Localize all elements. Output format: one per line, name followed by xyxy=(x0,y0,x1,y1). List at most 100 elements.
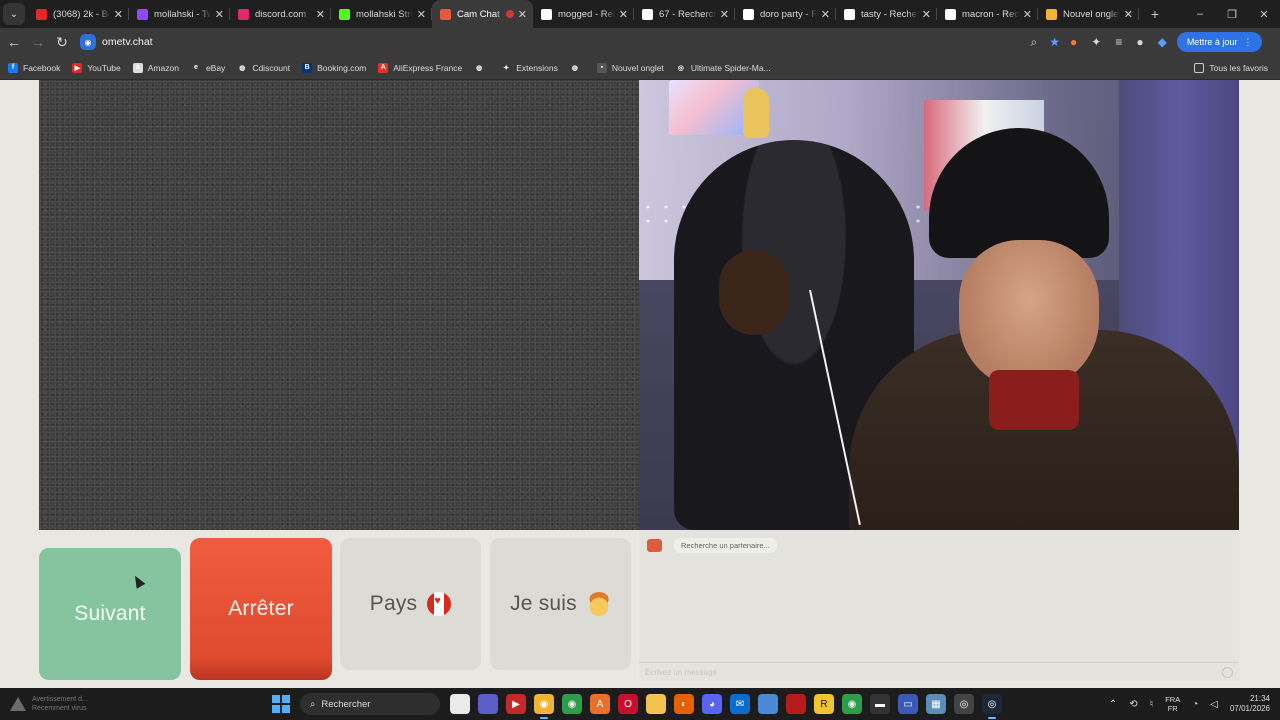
chevron-up-icon[interactable]: ⌃ xyxy=(1109,699,1117,710)
tab-close-icon[interactable]: ✕ xyxy=(417,8,426,21)
close-window-button[interactable]: ✕ xyxy=(1248,8,1280,21)
windows-start-icon[interactable] xyxy=(272,695,290,713)
tab-close-icon[interactable]: ✕ xyxy=(1124,8,1133,21)
zoom-search-icon[interactable]: ⌕ xyxy=(1031,35,1038,50)
taskbar-search-label: Rechercher xyxy=(321,698,371,710)
back-arrow-icon[interactable]: ← xyxy=(2,34,26,50)
tab-close-icon[interactable]: ✕ xyxy=(114,8,123,21)
bookmark-11[interactable]: ◎ Ultimate Spider-Ma... xyxy=(675,62,771,73)
stop-button[interactable]: Arrêter xyxy=(190,538,332,680)
tab-4[interactable]: Cam Chat ✕ xyxy=(432,0,533,28)
winrar-icon[interactable] xyxy=(786,694,806,714)
tab-0[interactable]: (3068) 2k - Bo ✕ xyxy=(28,0,129,28)
bookmark-7[interactable]: ◍ xyxy=(474,62,489,73)
video-figurine xyxy=(743,88,769,138)
message-input-placeholder[interactable]: Écrivez un message xyxy=(645,668,1222,677)
tab-close-icon[interactable]: ✕ xyxy=(316,8,325,21)
tab-9[interactable]: macron - Rech ✕ xyxy=(937,0,1038,28)
taskbar-search[interactable]: ⌕ Rechercher xyxy=(300,693,440,715)
address-bar[interactable]: ◉ ometv.chat ⌕ ★ xyxy=(80,32,1060,52)
chrome-icon[interactable]: ◉ xyxy=(562,694,582,714)
puzzle-extensions-icon[interactable]: ✦ xyxy=(1091,35,1101,49)
bookmark-2[interactable]: a Amazon xyxy=(132,62,179,73)
status-bubble: Recherche un partenaire... xyxy=(674,538,777,553)
tab-close-icon[interactable]: ✕ xyxy=(922,8,931,21)
media-player-icon[interactable]: ▶ xyxy=(506,694,526,714)
teams-icon[interactable] xyxy=(478,694,498,714)
shield-check-icon[interactable]: ◆ xyxy=(1158,35,1167,49)
chat-controls: Suivant Arrêter Pays Je suis xyxy=(39,538,639,681)
update-button[interactable]: Mettre à jour ⋮ xyxy=(1176,32,1263,52)
emoji-smile-icon[interactable] xyxy=(1222,666,1233,678)
tab-close-icon[interactable]: ✕ xyxy=(215,8,224,21)
forward-arrow-icon[interactable]: → xyxy=(26,34,50,50)
tab-2[interactable]: discord.com ✕ xyxy=(230,0,331,28)
tab-3[interactable]: mollahski Strea ✕ xyxy=(331,0,432,28)
tab-6[interactable]: 67 - Recherche ✕ xyxy=(634,0,735,28)
sync-icon[interactable]: ⟲ xyxy=(1129,699,1137,710)
bookmark-5[interactable]: B Booking.com xyxy=(302,62,366,73)
url-text[interactable]: ometv.chat xyxy=(102,36,153,48)
tab-close-icon[interactable]: ✕ xyxy=(1023,8,1032,21)
file-explorer-icon[interactable] xyxy=(646,694,666,714)
profile-icon[interactable]: ● xyxy=(1136,35,1143,49)
all-bookmarks-folder[interactable]: Tous les favoris xyxy=(1194,62,1268,73)
country-filter-button[interactable]: Pays xyxy=(340,538,481,670)
next-button[interactable]: Suivant xyxy=(39,548,181,680)
site-info-icon[interactable]: ◉ xyxy=(80,34,96,50)
update-button-label: Mettre à jour xyxy=(1186,37,1238,47)
tab-7[interactable]: doro party - Re ✕ xyxy=(735,0,836,28)
bookmark-3[interactable]: e eBay xyxy=(190,62,225,73)
reload-icon[interactable]: ↻ xyxy=(50,34,74,51)
microphone-icon[interactable]: ♮ xyxy=(1150,699,1154,710)
monitor-icon[interactable]: ▭ xyxy=(898,694,918,714)
extension-icon[interactable]: ● xyxy=(1070,35,1077,49)
tab-8[interactable]: tasty - Recherc ✕ xyxy=(836,0,937,28)
task-view-icon[interactable] xyxy=(450,694,470,714)
tab-10[interactable]: Nouvel onglet ✕ xyxy=(1038,0,1139,28)
image-viewer-icon[interactable]: ▦ xyxy=(926,694,946,714)
steam-icon[interactable]: ◎ xyxy=(982,694,1002,719)
bookmark-8[interactable]: ✦ Extensions xyxy=(501,62,558,73)
mail-icon[interactable]: ✉ xyxy=(730,694,750,714)
language-indicator[interactable]: FRA FR xyxy=(1165,695,1180,713)
tab-close-icon[interactable]: ✕ xyxy=(821,8,830,21)
tab-5[interactable]: mogged - Rech ✕ xyxy=(533,0,634,28)
volume-icon[interactable]: ◁ xyxy=(1210,699,1218,710)
chrome-icon-2[interactable]: ◉ xyxy=(842,694,862,714)
app-a-icon[interactable]: A xyxy=(590,694,610,714)
clock[interactable]: 21:34 07/01/2026 xyxy=(1230,694,1270,714)
tab-1[interactable]: mollahski - Tw ✕ xyxy=(129,0,230,28)
taskbar-notification[interactable]: Avertissement d... Recemment virus xyxy=(10,695,250,713)
new-tab-button[interactable]: + xyxy=(1143,6,1167,22)
opera-icon[interactable]: O xyxy=(618,694,638,714)
maximize-button[interactable]: ❐ xyxy=(1216,8,1248,21)
network-icon[interactable] xyxy=(758,694,778,714)
bookmark-6[interactable]: A AliExpress France xyxy=(378,62,462,73)
bookmark-9[interactable]: ◍ xyxy=(569,62,585,73)
tab-search-dropdown-icon[interactable]: ⌄ xyxy=(3,3,25,25)
minimize-button[interactable]: – xyxy=(1184,8,1216,21)
firefox-icon[interactable]: ◐ xyxy=(674,694,694,714)
bookmark-4[interactable]: ◍ Cdiscount xyxy=(237,62,290,73)
github-icon[interactable]: ◎ xyxy=(954,694,974,714)
tab-close-icon[interactable]: ✕ xyxy=(619,8,628,21)
bookmark-1[interactable]: ▶ YouTube xyxy=(72,62,121,73)
bookmark-10[interactable]: ▪ Nouvel onglet xyxy=(596,62,664,73)
video-person-face-smiling xyxy=(959,240,1099,390)
tab-close-icon[interactable]: ✕ xyxy=(720,8,729,21)
message-input[interactable]: Écrivez un message xyxy=(639,662,1239,681)
terminal-icon[interactable]: ▬ xyxy=(870,694,890,714)
bookmark-0[interactable]: f Facebook xyxy=(8,62,60,73)
bookmark-star-icon[interactable]: ★ xyxy=(1049,35,1060,49)
tab-close-icon[interactable]: ✕ xyxy=(518,8,527,21)
gender-button-label: Je suis xyxy=(510,592,577,615)
discord-icon[interactable]: ◕ xyxy=(702,694,722,714)
chrome-canary-icon[interactable]: ◉ xyxy=(534,694,554,719)
kebab-menu-icon[interactable]: ⋮ xyxy=(1243,37,1252,48)
media-controls-icon[interactable]: ≡ xyxy=(1115,35,1122,49)
gender-select-button[interactable]: Je suis xyxy=(490,538,631,670)
tab-title: mollahski - Tw xyxy=(154,8,211,20)
wifi-icon[interactable]: ◔ xyxy=(1192,699,1198,710)
rockstar-icon[interactable]: R xyxy=(814,694,834,714)
